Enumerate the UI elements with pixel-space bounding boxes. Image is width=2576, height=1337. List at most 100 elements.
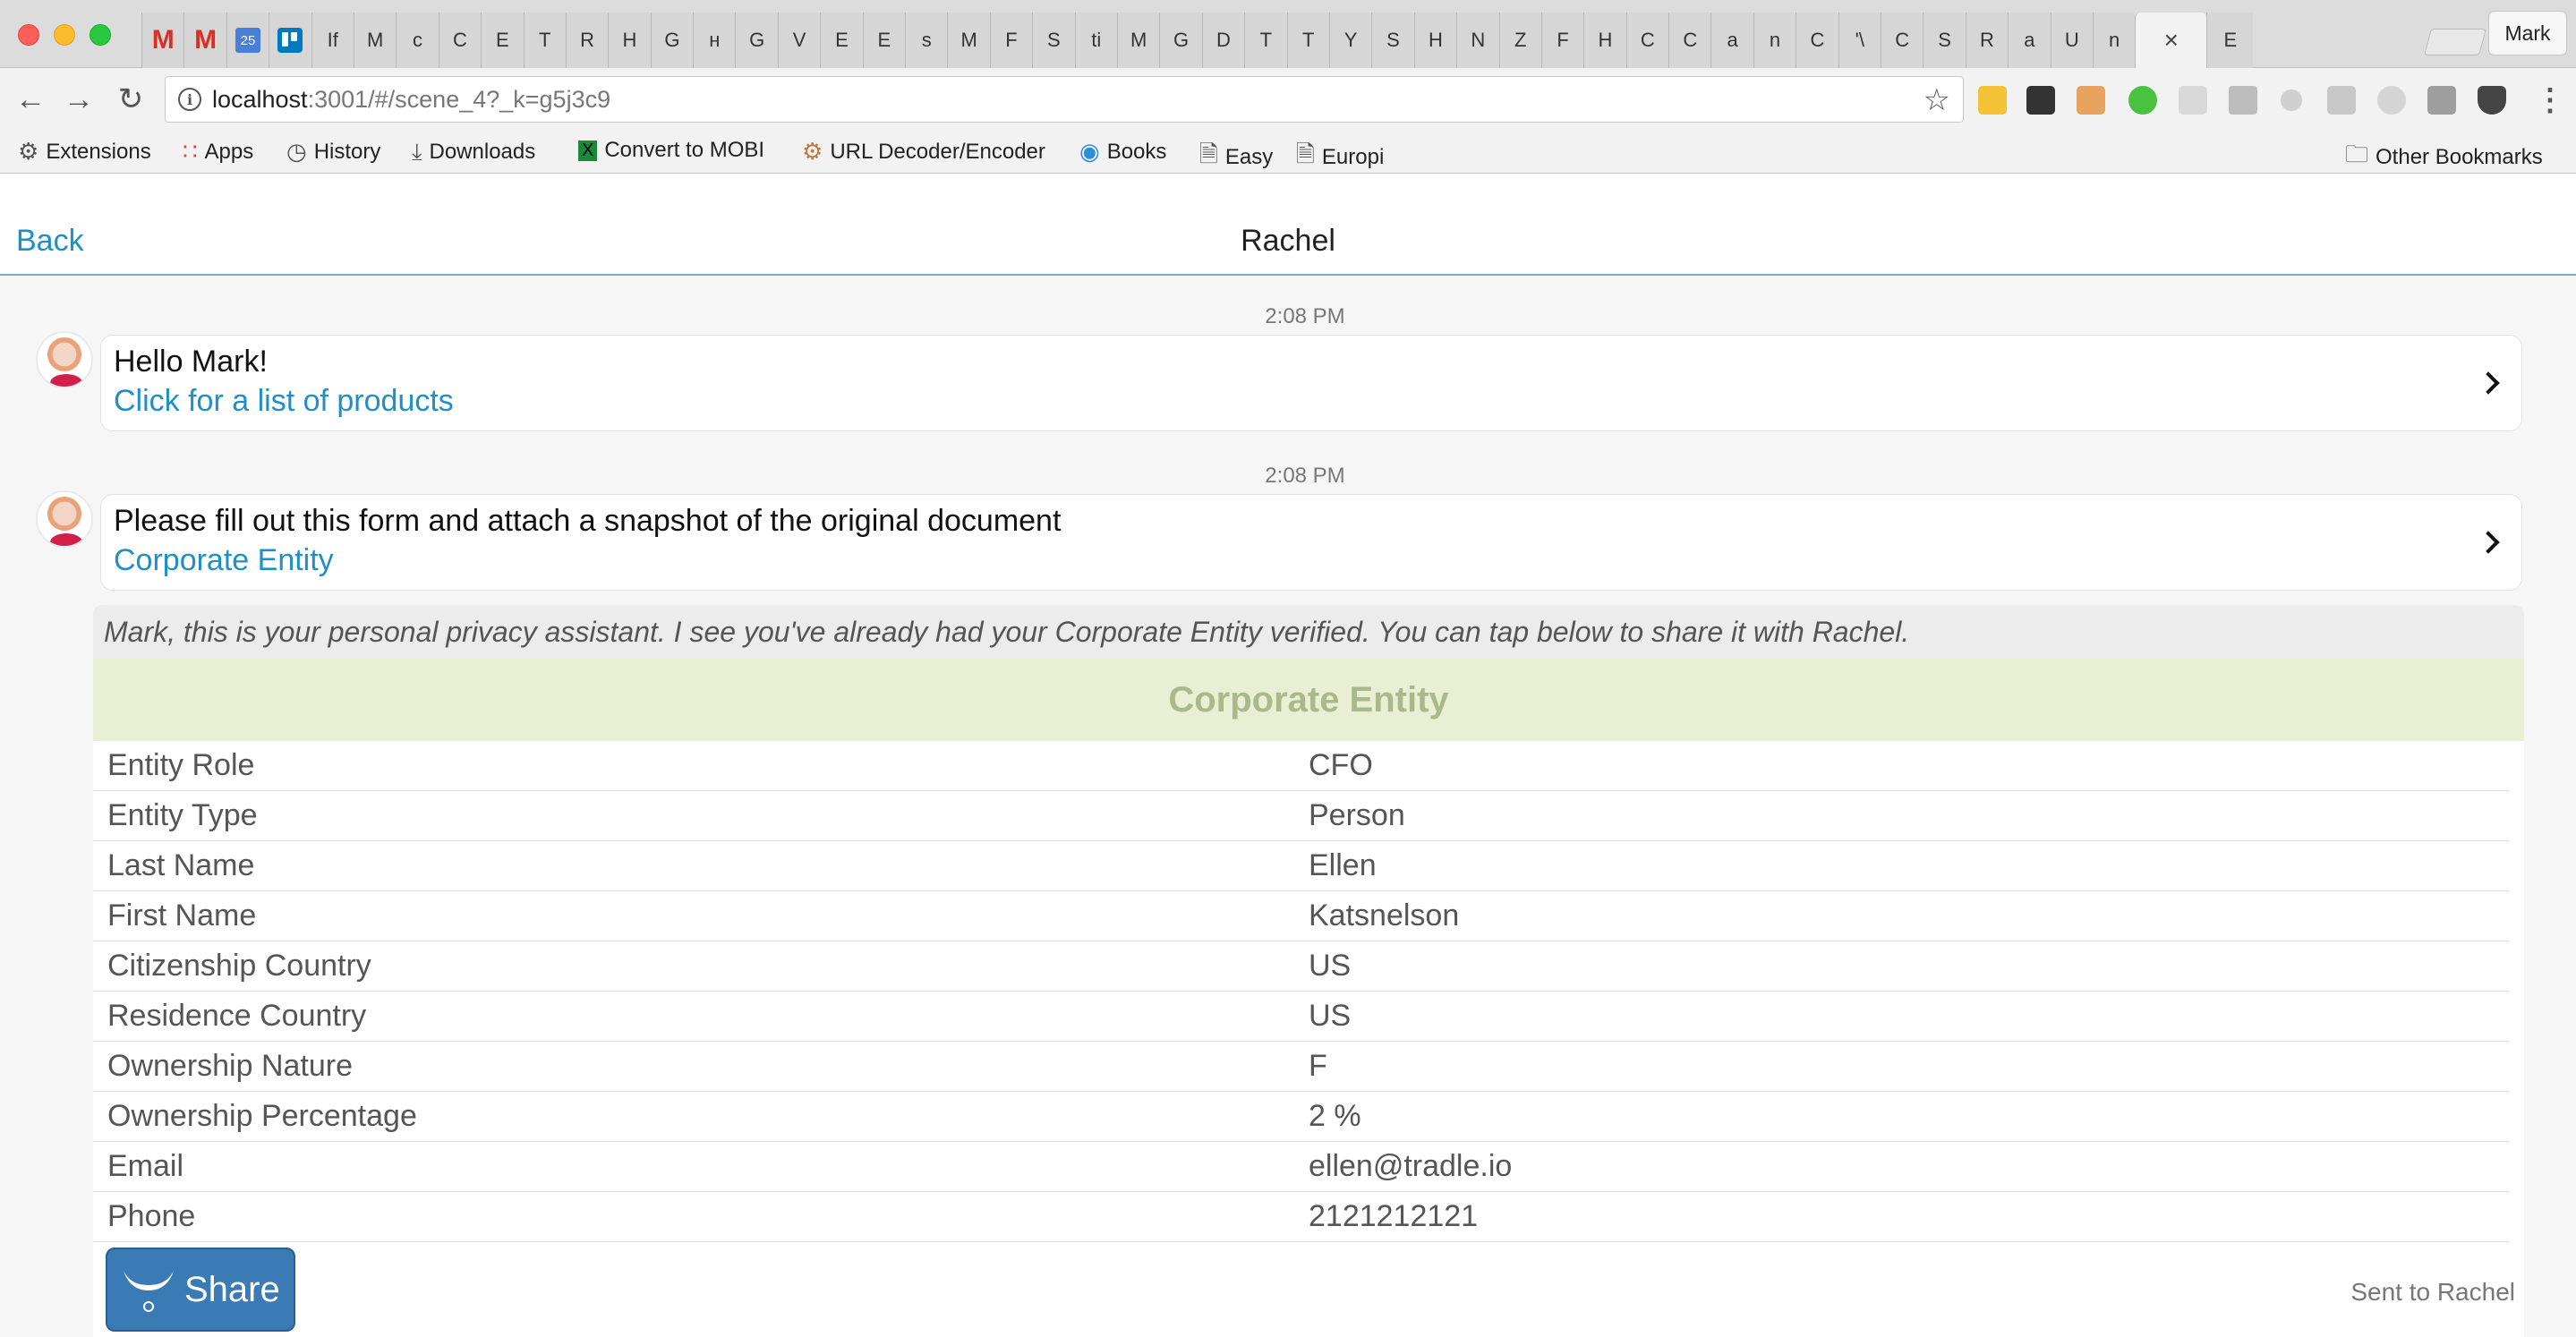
browser-tab[interactable]: R bbox=[1965, 13, 2009, 68]
browser-tab[interactable]: n bbox=[1753, 13, 1796, 68]
browser-tab[interactable]: M bbox=[141, 13, 184, 68]
extension-dot-icon[interactable] bbox=[2281, 89, 2302, 111]
tradle-logo-icon bbox=[124, 1271, 174, 1312]
browser-tab[interactable]: D bbox=[1201, 13, 1245, 68]
browser-tab[interactable]: H bbox=[608, 13, 651, 68]
browser-tab[interactable]: E bbox=[862, 13, 906, 68]
field-label: Residence Country bbox=[107, 999, 367, 1033]
bookmark-books[interactable]: ◉ Books bbox=[1079, 138, 1166, 166]
back-button[interactable]: Back bbox=[16, 224, 84, 259]
form-field-row: Email ellen@tradle.io bbox=[93, 1142, 2510, 1192]
browser-tab[interactable] bbox=[269, 13, 311, 68]
browser-tab[interactable]: a bbox=[1710, 13, 1753, 68]
browser-tab[interactable]: C bbox=[1796, 13, 1838, 68]
extension-clock-icon[interactable] bbox=[2377, 86, 2406, 115]
browser-tab[interactable]: H bbox=[1583, 13, 1626, 68]
chevron-right-icon[interactable] bbox=[2477, 371, 2500, 395]
bookmark-easy[interactable]: 🗎 Easy bbox=[1199, 138, 1273, 177]
browser-tab[interactable]: C bbox=[1625, 13, 1669, 68]
browser-tab[interactable]: H bbox=[1413, 13, 1457, 68]
message-bubble[interactable]: Hello Mark! Click for a list of products bbox=[100, 335, 2522, 431]
active-browser-tab[interactable]: × bbox=[2135, 13, 2207, 68]
forward-arrow-icon[interactable]: → bbox=[59, 80, 98, 119]
profile-button[interactable]: Mark bbox=[2488, 11, 2567, 55]
extension-square-icon[interactable] bbox=[2427, 86, 2456, 115]
browser-tab[interactable]: T bbox=[1286, 13, 1329, 68]
browser-tab[interactable]: S bbox=[1923, 13, 1966, 68]
browser-tab[interactable]: S bbox=[1371, 13, 1414, 68]
browser-tab[interactable]: U bbox=[2050, 13, 2093, 68]
bookmark-other-bookmarks[interactable]: 🗀 Other Bookmarks bbox=[2345, 138, 2543, 177]
message-timestamp: 2:08 PM bbox=[1265, 464, 1345, 488]
browser-tab[interactable]: E bbox=[820, 13, 863, 68]
extension-notes-icon[interactable] bbox=[1978, 86, 2007, 115]
browser-tab[interactable]: G bbox=[735, 13, 778, 68]
extension-pocket-icon[interactable] bbox=[2478, 86, 2506, 115]
message-timestamp: 2:08 PM bbox=[1265, 304, 1345, 328]
extension-grid-icon[interactable] bbox=[2179, 86, 2207, 115]
address-url[interactable]: localhost:3001/#/scene_4?_k=g5j3c9 bbox=[212, 86, 610, 114]
browser-tab[interactable]: T bbox=[1244, 13, 1287, 68]
reload-icon[interactable]: ↻ bbox=[111, 80, 150, 119]
browser-tab[interactable]: E bbox=[2206, 13, 2254, 68]
zoom-window-button[interactable] bbox=[90, 24, 111, 46]
browser-tab[interactable]: N bbox=[1456, 13, 1499, 68]
privacy-assistant-note: Mark, this is your personal privacy assi… bbox=[93, 605, 2524, 659]
browser-tab[interactable]: '\ bbox=[1838, 13, 1881, 68]
browser-tab[interactable]: V bbox=[777, 13, 821, 68]
back-arrow-icon[interactable]: ← bbox=[11, 80, 50, 119]
browser-tab[interactable]: C bbox=[1668, 13, 1711, 68]
field-value: US bbox=[1309, 949, 1352, 983]
products-link[interactable]: Click for a list of products bbox=[114, 384, 454, 419]
extension-ghost-icon[interactable] bbox=[2026, 86, 2055, 115]
close-window-button[interactable] bbox=[18, 24, 39, 46]
extension-profile-icon[interactable] bbox=[2077, 86, 2105, 115]
extension-refresh-icon[interactable] bbox=[2128, 86, 2157, 115]
address-bar[interactable]: i localhost:3001/#/scene_4?_k=g5j3c9 ☆ bbox=[165, 76, 1964, 123]
browser-tab[interactable]: M bbox=[353, 13, 397, 68]
extension-drive-icon[interactable] bbox=[2229, 86, 2257, 115]
browser-tab[interactable]: н bbox=[693, 13, 736, 68]
browser-tab[interactable]: G bbox=[1159, 13, 1202, 68]
browser-tab[interactable]: M bbox=[1116, 13, 1160, 68]
bookmark-downloads[interactable]: ⤓ Downloads bbox=[412, 138, 535, 166]
browser-tab[interactable]: S bbox=[1032, 13, 1075, 68]
site-info-icon[interactable]: i bbox=[178, 88, 201, 111]
bookmark-extensions[interactable]: ⚙ Extensions bbox=[18, 138, 151, 166]
browser-tab[interactable]: c bbox=[396, 13, 439, 68]
browser-tab[interactable]: If bbox=[311, 13, 354, 68]
browser-tab[interactable]: M bbox=[947, 13, 990, 68]
bookmark-apps[interactable]: ∷ Apps bbox=[183, 138, 253, 166]
bookmark-url-decoder[interactable]: ⚙ URL Decoder/Encoder bbox=[802, 138, 1045, 166]
new-tab-button[interactable] bbox=[2423, 29, 2487, 55]
browser-tab[interactable]: C bbox=[1881, 13, 1923, 68]
browser-tab[interactable]: s bbox=[905, 13, 948, 68]
browser-tab[interactable]: G bbox=[650, 13, 694, 68]
browser-tab[interactable]: 25 bbox=[226, 13, 269, 68]
verified-form-card: Mark, this is your personal privacy assi… bbox=[93, 605, 2524, 1337]
share-button[interactable]: Share bbox=[106, 1248, 295, 1332]
message-bubble[interactable]: Please fill out this form and attach a s… bbox=[100, 494, 2522, 591]
browser-tab[interactable]: Y bbox=[1328, 13, 1372, 68]
browser-tab[interactable]: M bbox=[183, 13, 226, 68]
browser-tab[interactable]: T bbox=[523, 13, 566, 68]
browser-tab[interactable]: C bbox=[438, 13, 482, 68]
browser-tab[interactable]: ti bbox=[1074, 13, 1117, 68]
minimize-window-button[interactable] bbox=[54, 24, 75, 46]
bookmark-history[interactable]: ◷ History bbox=[286, 138, 380, 166]
bookmark-convert-to-mobi[interactable]: X Convert to MOBI bbox=[578, 138, 764, 163]
chevron-right-icon[interactable] bbox=[2477, 531, 2500, 554]
browser-tab[interactable]: F bbox=[989, 13, 1033, 68]
browser-tab[interactable]: a bbox=[2008, 13, 2051, 68]
browser-menu-icon[interactable]: ⋮ bbox=[2535, 82, 2565, 118]
corporate-entity-form-link[interactable]: Corporate Entity bbox=[114, 543, 334, 578]
browser-tab[interactable]: n bbox=[2092, 13, 2136, 68]
browser-tab[interactable]: R bbox=[565, 13, 609, 68]
browser-tab[interactable]: E bbox=[481, 13, 524, 68]
close-tab-icon[interactable]: × bbox=[2164, 26, 2179, 55]
bookmark-star-icon[interactable]: ☆ bbox=[1923, 82, 1950, 118]
browser-tab[interactable]: F bbox=[1540, 13, 1584, 68]
bookmark-europi[interactable]: 🗎 Europi bbox=[1296, 138, 1384, 177]
browser-tab[interactable]: Z bbox=[1498, 13, 1541, 68]
extension-glasses-icon[interactable] bbox=[2327, 86, 2356, 115]
